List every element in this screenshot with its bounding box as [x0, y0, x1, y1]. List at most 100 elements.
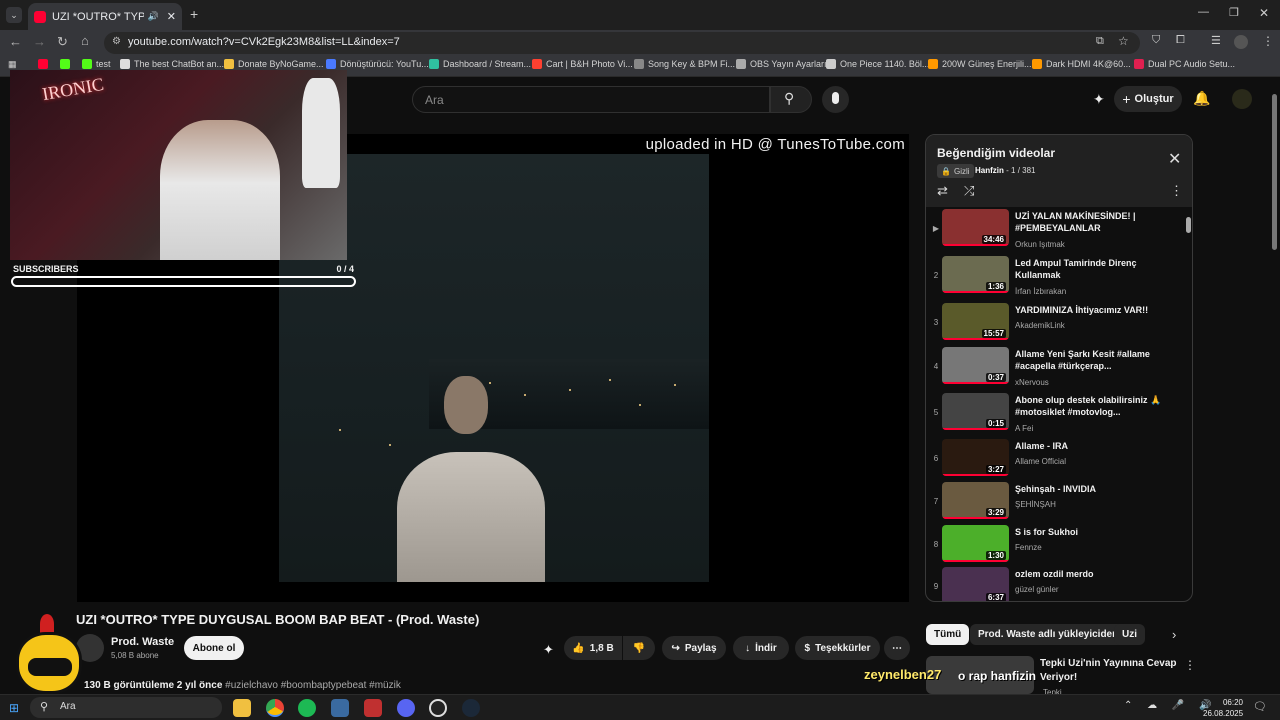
steam-icon[interactable] — [462, 699, 480, 717]
thanks-button[interactable]: $ Teşekkürler — [795, 636, 880, 660]
bookmark-item[interactable]: The best ChatBot an... — [120, 59, 224, 69]
playlist-item[interactable]: ▶ 34:46 UZİ YALAN MAKİNESİNDE! | #PEMBEY… — [926, 207, 1186, 253]
taskbar-clock[interactable]: 06:20 26.08.2025 — [1203, 697, 1243, 719]
video-description-summary[interactable]: 130 B görüntüleme 2 yıl önce #uzielchavo… — [84, 680, 401, 691]
playlist-item-channel: güzel günler — [1015, 585, 1059, 594]
obs-icon[interactable] — [429, 699, 447, 717]
profile-avatar[interactable] — [1234, 35, 1248, 49]
playlist-item-index: 7 — [933, 497, 939, 506]
discord-icon[interactable] — [397, 699, 415, 717]
search-input[interactable]: Ara — [412, 86, 770, 113]
bookmark-item[interactable]: 200W Güneş Enerjili... — [928, 59, 1032, 69]
playlist-menu-icon[interactable]: ⋮ — [1170, 183, 1183, 199]
gem-action-icon[interactable]: ✦ — [543, 642, 554, 658]
windows-start-icon[interactable]: ⊞ — [9, 701, 19, 715]
recommended-title-line2[interactable]: Veriyor! — [1040, 672, 1077, 683]
app-icon[interactable] — [331, 699, 349, 717]
download-button[interactable]: ↓ İndir — [733, 636, 789, 660]
playlist-item[interactable]: 3 15:57 YARDIMINIZA İhtiyacımız VAR!! Ak… — [926, 301, 1186, 347]
youtube-bookmark-icon[interactable] — [38, 59, 48, 69]
shield-icon[interactable]: ⛉ — [1152, 34, 1160, 47]
playlist-owner-name[interactable]: Hanfzin — [975, 166, 1004, 175]
install-icon[interactable]: ⧉ — [1096, 35, 1104, 48]
tab-close-icon[interactable]: ✕ — [167, 10, 176, 23]
share-button[interactable]: ↪ Paylaş — [662, 636, 726, 660]
taskbar-search[interactable]: ⚲ Ara — [30, 697, 222, 718]
dislike-button[interactable]: 👎 — [623, 636, 655, 660]
spotify-icon[interactable] — [298, 699, 316, 717]
chat-message: o rap hanfizin — [958, 669, 1036, 683]
reading-list-icon[interactable]: ☰ — [1211, 34, 1221, 47]
playlist-item[interactable]: 9 6:37 ozlem ozdil merdo güzel günler — [926, 565, 1186, 601]
reload-icon[interactable]: ↻ — [57, 34, 68, 50]
apps-icon[interactable]: ▦ — [8, 59, 17, 70]
chip-uzi[interactable]: Uzi — [1114, 624, 1145, 645]
bookmark-item[interactable]: OBS Yayın Ayarları — [736, 59, 827, 69]
new-tab-icon[interactable]: + — [190, 6, 198, 22]
chrome-icon[interactable] — [266, 699, 284, 717]
bookmark-item[interactable]: Song Key & BPM Fi... — [634, 59, 735, 69]
playlist-scrollbar-thumb[interactable] — [1186, 217, 1191, 233]
bookmark-item[interactable]: Cart | B&H Photo Vi... — [532, 59, 633, 69]
bookmark-item[interactable]: One Piece 1140. Böl... — [826, 59, 929, 69]
playlist-item[interactable]: 2 1:36 Led Ampul Tamirinde Direnç Kullan… — [926, 254, 1186, 300]
search-button[interactable]: ⚲ — [770, 86, 812, 113]
more-actions-button[interactable]: ⋯ — [884, 636, 910, 660]
playlist-item[interactable]: 8 1:30 S is for Sukhoi Fennze — [926, 523, 1186, 569]
browser-menu-icon[interactable]: ⋮ — [1262, 34, 1274, 48]
minimize-icon[interactable]: — — [1198, 6, 1209, 18]
voicemeeter-icon[interactable] — [364, 699, 382, 717]
create-button[interactable]: + Oluştur — [1114, 86, 1182, 112]
playlist-owner: Hanfzin - 1 / 381 — [975, 166, 1035, 175]
playlist-item[interactable]: 7 3:29 Şehinşah - INVIDIA ŞEHİNŞAH — [926, 480, 1186, 526]
streamer-figure — [160, 120, 280, 260]
loop-icon[interactable]: ⇄ — [937, 183, 948, 199]
playlist-item-thumbnail: 1:36 — [942, 256, 1009, 293]
playlist-close-icon[interactable]: ✕ — [1168, 149, 1181, 169]
bookmark-item[interactable]: Dashboard / Stream... — [429, 59, 531, 69]
chip-all[interactable]: Tümü — [926, 624, 970, 645]
forward-icon[interactable]: → — [33, 34, 46, 49]
page-scrollbar[interactable] — [1271, 84, 1278, 690]
playlist-item[interactable]: 4 0:37 Allame Yeni Şarkı Kesit #allame #… — [926, 345, 1186, 391]
subscribe-button[interactable]: Abone ol — [184, 636, 244, 660]
playlist-title[interactable]: Beğendiğim videolar — [937, 146, 1055, 160]
bookmark-item[interactable]: Dönüştürücü: YouTu... — [326, 59, 429, 69]
search-placeholder: Ara — [425, 93, 444, 107]
browser-tab[interactable]: UZI *OUTRO* TYPE DUYGUSAL 🔊 ✕ — [28, 3, 182, 30]
playlist-item[interactable]: 5 0:15 Abone olup destek olabilirsiniz 🙏… — [926, 391, 1186, 437]
bookmark-item[interactable]: test — [82, 59, 111, 69]
subscriber-goal: SUBSCRIBERS 0 / 4 — [10, 262, 357, 290]
window-close-icon[interactable]: ✕ — [1259, 6, 1269, 20]
speaker-icon[interactable]: 🔊 — [148, 11, 159, 22]
duration-badge: 1:30 — [985, 551, 1006, 560]
home-icon[interactable]: ⌂ — [81, 33, 89, 48]
chips-next-icon[interactable]: › — [1172, 627, 1176, 642]
bookmark-star-icon[interactable]: ☆ — [1118, 34, 1129, 48]
notifications-icon[interactable]: 🗨 — [1253, 700, 1267, 713]
bookmark-item[interactable]: Dark HDMI 4K@60... — [1032, 59, 1131, 69]
channel-name[interactable]: Prod. Waste — [111, 636, 174, 648]
page-scrollbar-thumb[interactable] — [1272, 94, 1277, 250]
notifications-bell-icon[interactable]: 🔔 — [1193, 90, 1210, 107]
recommended-menu-icon[interactable]: ⋮ — [1184, 658, 1196, 672]
url-field[interactable]: ⚙ youtube.com/watch?v=CVk2Egk23M8&list=L… — [104, 32, 1140, 54]
kick-bookmark-icon[interactable] — [60, 59, 70, 69]
shuffle-icon[interactable]: ⤮ — [964, 183, 974, 199]
voice-search-button[interactable] — [822, 86, 849, 113]
bookmark-item[interactable]: Dual PC Audio Setu... — [1134, 59, 1235, 69]
like-button[interactable]: 👍 1,8 B — [564, 636, 622, 660]
extensions-icon[interactable]: ⧠ — [1176, 34, 1185, 47]
account-avatar[interactable] — [1232, 89, 1252, 109]
playlist-item[interactable]: 6 3:27 Allame - IRA Allame Official — [926, 437, 1186, 483]
bookmark-item[interactable]: Donate ByNoGame... — [224, 59, 324, 69]
site-info-icon[interactable]: ⚙ — [112, 36, 121, 47]
recommended-title[interactable]: Tepki Uzi'nin Yayınına Cevap — [1040, 658, 1177, 669]
gem-icon[interactable]: ✦ — [1093, 91, 1105, 108]
restore-icon[interactable]: ❐ — [1229, 6, 1239, 19]
file-explorer-icon[interactable] — [233, 699, 251, 717]
playlist-scrollbar[interactable] — [1186, 215, 1191, 597]
chip-from-uploader[interactable]: Prod. Waste adlı yükleyiciden — [970, 624, 1127, 645]
tab-search-icon[interactable]: ⌄ — [6, 7, 22, 23]
back-icon[interactable]: ← — [9, 34, 22, 49]
